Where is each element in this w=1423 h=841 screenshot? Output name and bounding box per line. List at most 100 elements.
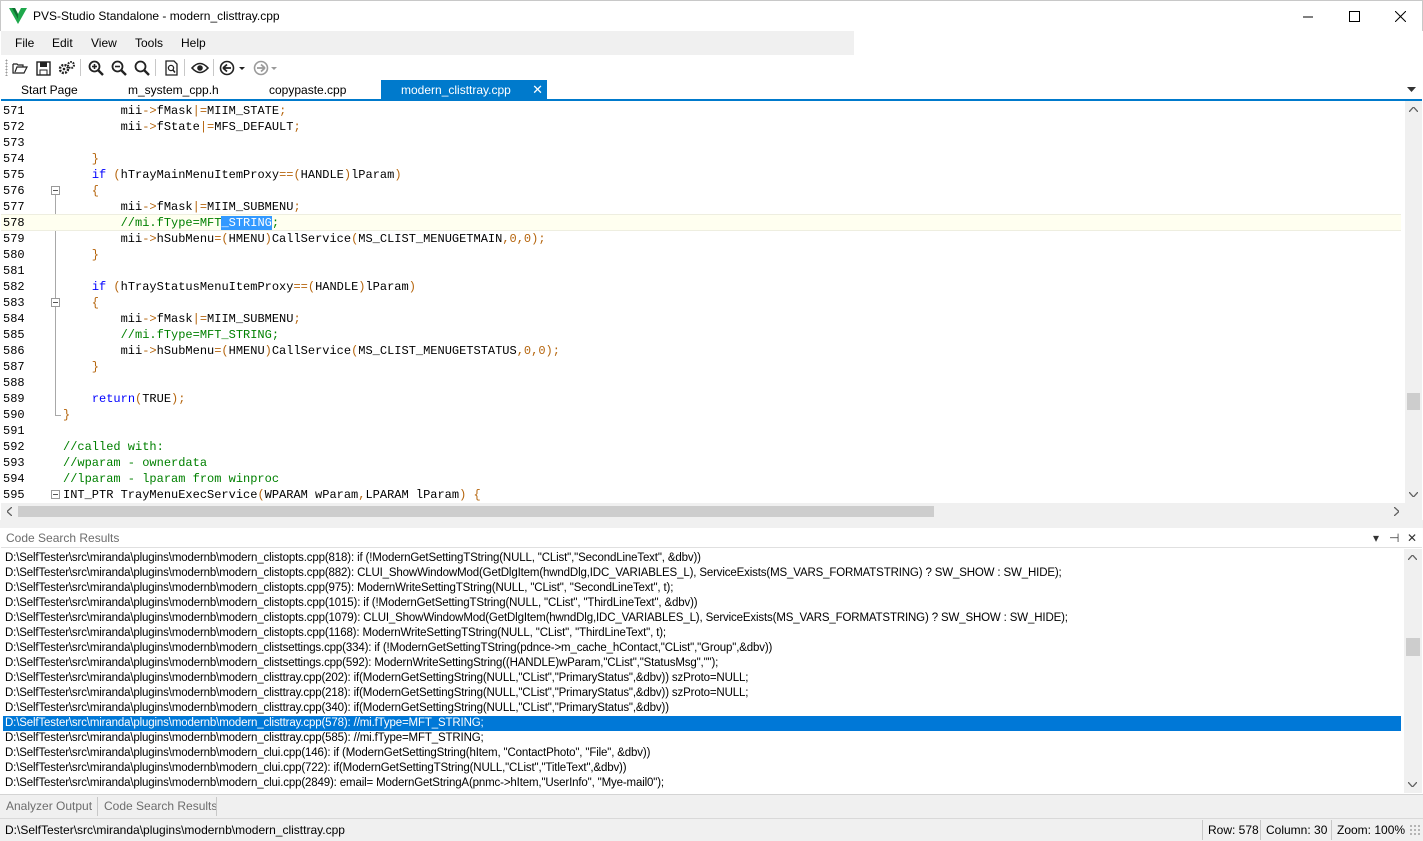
result-row[interactable]: D:\SelfTester\src\miranda\plugins\modern… — [5, 566, 1403, 581]
result-row[interactable]: D:\SelfTester\src\miranda\plugins\modern… — [5, 581, 1403, 596]
result-row[interactable]: D:\SelfTester\src\miranda\plugins\modern… — [5, 731, 1403, 746]
panel-splitter[interactable] — [0, 520, 1423, 528]
tab-modern-clisttray-cpp[interactable]: modern_clisttray.cpp ✕ — [381, 80, 547, 100]
scroll-down-arrow-icon[interactable] — [1405, 486, 1422, 503]
code-line[interactable]: 572 mii->fState|=MFS_DEFAULT; — [1, 119, 1401, 135]
result-row[interactable]: D:\SelfTester\src\miranda\plugins\modern… — [5, 761, 1403, 776]
result-row-selected[interactable]: D:\SelfTester\src\miranda\plugins\modern… — [3, 716, 1401, 731]
search-file-button[interactable] — [161, 58, 181, 78]
result-row[interactable]: D:\SelfTester\src\miranda\plugins\modern… — [5, 641, 1403, 656]
editor-vertical-scrollbar[interactable] — [1405, 101, 1422, 503]
results-vertical-scrollbar[interactable] — [1404, 549, 1422, 793]
panel-pin-icon[interactable]: ⊣ — [1389, 531, 1399, 545]
scroll-thumb[interactable] — [1406, 638, 1420, 656]
code-line[interactable]: 581 — [1, 263, 1401, 279]
save-button[interactable] — [33, 58, 53, 78]
code-line[interactable]: 587 } — [1, 359, 1401, 375]
navigate-back-button[interactable] — [218, 58, 248, 78]
code-line[interactable]: 579 mii->hSubMenu=(HMENU)CallService(MS_… — [1, 231, 1401, 247]
menu-help[interactable]: Help — [181, 36, 206, 50]
code-line[interactable]: 580 } — [1, 247, 1401, 263]
close-button[interactable] — [1377, 1, 1423, 31]
result-row[interactable]: D:\SelfTester\src\miranda\plugins\modern… — [5, 671, 1403, 686]
result-row[interactable]: D:\SelfTester\src\miranda\plugins\modern… — [5, 596, 1403, 611]
tab-analyzer-output[interactable]: Analyzer Output — [6, 799, 92, 813]
view-button[interactable] — [190, 58, 210, 78]
code-text: } — [63, 248, 100, 262]
zoom-out-button[interactable] — [109, 58, 129, 78]
code-line[interactable]: 588 — [1, 375, 1401, 391]
code-line[interactable]: 575 if (hTrayMainMenuItemProxy==(HANDLE)… — [1, 167, 1401, 183]
code-line[interactable]: 589 return(TRUE); — [1, 391, 1401, 407]
settings-button[interactable] — [57, 58, 77, 78]
code-line[interactable]: 571 mii->fMask|=MIIM_STATE; — [1, 103, 1401, 119]
code-line[interactable]: 590} — [1, 407, 1401, 423]
code-editor[interactable]: 571 mii->fMask|=MIIM_STATE; 572 mii->fSt… — [1, 101, 1422, 520]
scroll-left-arrow-icon[interactable] — [1, 503, 18, 520]
code-line[interactable]: 576 { — [1, 183, 1401, 199]
scroll-up-arrow-icon[interactable] — [1404, 549, 1421, 566]
result-row[interactable]: D:\SelfTester\src\miranda\plugins\modern… — [5, 701, 1403, 716]
code-line[interactable]: 585 //mi.fType=MFT_STRING; — [1, 327, 1401, 343]
maximize-icon — [1348, 10, 1360, 22]
tab-close-icon[interactable]: ✕ — [532, 80, 543, 100]
fold-collapse-icon[interactable] — [51, 490, 60, 499]
code-line[interactable]: 582 if (hTrayStatusMenuItemProxy==(HANDL… — [1, 279, 1401, 295]
menu-tools[interactable]: Tools — [135, 36, 163, 50]
line-number: 586 — [3, 344, 25, 358]
tab-copypaste-cpp[interactable]: copypaste.cpp — [269, 80, 346, 100]
result-row[interactable]: D:\SelfTester\src\miranda\plugins\modern… — [5, 551, 1403, 566]
code-line[interactable]: 573 — [1, 135, 1401, 151]
code-line-current[interactable]: 578 //mi.fType=MFT_STRING; — [1, 214, 1401, 231]
resize-grip-icon[interactable] — [1409, 824, 1421, 836]
scroll-right-arrow-icon[interactable] — [1388, 503, 1405, 520]
scroll-thumb[interactable] — [1407, 393, 1420, 410]
code-line[interactable]: 584 mii->fMask|=MIIM_SUBMENU; — [1, 311, 1401, 327]
minimize-button[interactable] — [1285, 1, 1331, 31]
code-line[interactable]: 592 //called with: — [1, 439, 1401, 455]
result-row[interactable]: D:\SelfTester\src\miranda\plugins\modern… — [5, 746, 1403, 761]
code-line[interactable]: 586 mii->hSubMenu=(HMENU)CallService(MS_… — [1, 343, 1401, 359]
fold-collapse-icon[interactable] — [51, 186, 60, 195]
result-row[interactable]: D:\SelfTester\src\miranda\plugins\modern… — [5, 626, 1403, 641]
tab-code-search-results[interactable]: Code Search Results — [104, 799, 217, 813]
code-line[interactable]: 594 //lparam - lparam from winproc — [1, 471, 1401, 487]
navigate-forward-button[interactable] — [250, 58, 280, 78]
scroll-down-arrow-icon[interactable] — [1404, 776, 1421, 793]
line-number: 583 — [3, 296, 25, 310]
panel-close-icon[interactable]: ✕ — [1407, 531, 1417, 545]
zoom-in-button[interactable] — [86, 58, 106, 78]
result-row[interactable]: D:\SelfTester\src\miranda\plugins\modern… — [5, 686, 1403, 701]
toolbar-grip[interactable] — [5, 59, 8, 76]
editor-horizontal-scrollbar[interactable] — [1, 503, 1405, 520]
code-line[interactable]: 595 INT_PTR TrayMenuExecService(WPARAM wP… — [1, 487, 1401, 503]
code-line[interactable]: 593 //wparam - ownerdata — [1, 455, 1401, 471]
line-number: 590 — [3, 408, 25, 422]
zoom-out-icon — [111, 60, 127, 76]
tab-m-system-cpp-h[interactable]: m_system_cpp.h — [128, 80, 219, 100]
scroll-thumb[interactable] — [18, 506, 934, 517]
code-search-results-list[interactable]: D:\SelfTester\src\miranda\plugins\modern… — [1, 549, 1422, 793]
menu-file[interactable]: File — [15, 36, 34, 50]
tab-list-dropdown-icon[interactable] — [1407, 87, 1416, 93]
result-row[interactable]: D:\SelfTester\src\miranda\plugins\modern… — [5, 656, 1403, 671]
code-line[interactable]: 577 mii->fMask|=MIIM_SUBMENU; — [1, 199, 1401, 215]
result-row[interactable]: D:\SelfTester\src\miranda\plugins\modern… — [5, 776, 1403, 791]
menu-view[interactable]: View — [91, 36, 117, 50]
code-line[interactable]: 591 — [1, 423, 1401, 439]
code-line[interactable]: 583 { — [1, 295, 1401, 311]
result-row[interactable]: D:\SelfTester\src\miranda\plugins\modern… — [5, 611, 1403, 626]
scroll-up-arrow-icon[interactable] — [1405, 101, 1422, 118]
menu-bar: File Edit View Tools Help — [1, 31, 854, 55]
search-file-icon — [165, 60, 178, 76]
fold-collapse-icon[interactable] — [51, 298, 60, 307]
toolbar-separator — [184, 59, 185, 76]
open-button[interactable] — [10, 58, 30, 78]
panel-menu-icon[interactable]: ▾ — [1373, 531, 1379, 545]
tab-start-page[interactable]: Start Page — [21, 80, 78, 100]
line-number: 580 — [3, 248, 25, 262]
code-line[interactable]: 574 } — [1, 151, 1401, 167]
menu-edit[interactable]: Edit — [52, 36, 73, 50]
maximize-button[interactable] — [1331, 1, 1377, 31]
zoom-reset-button[interactable] — [132, 58, 152, 78]
